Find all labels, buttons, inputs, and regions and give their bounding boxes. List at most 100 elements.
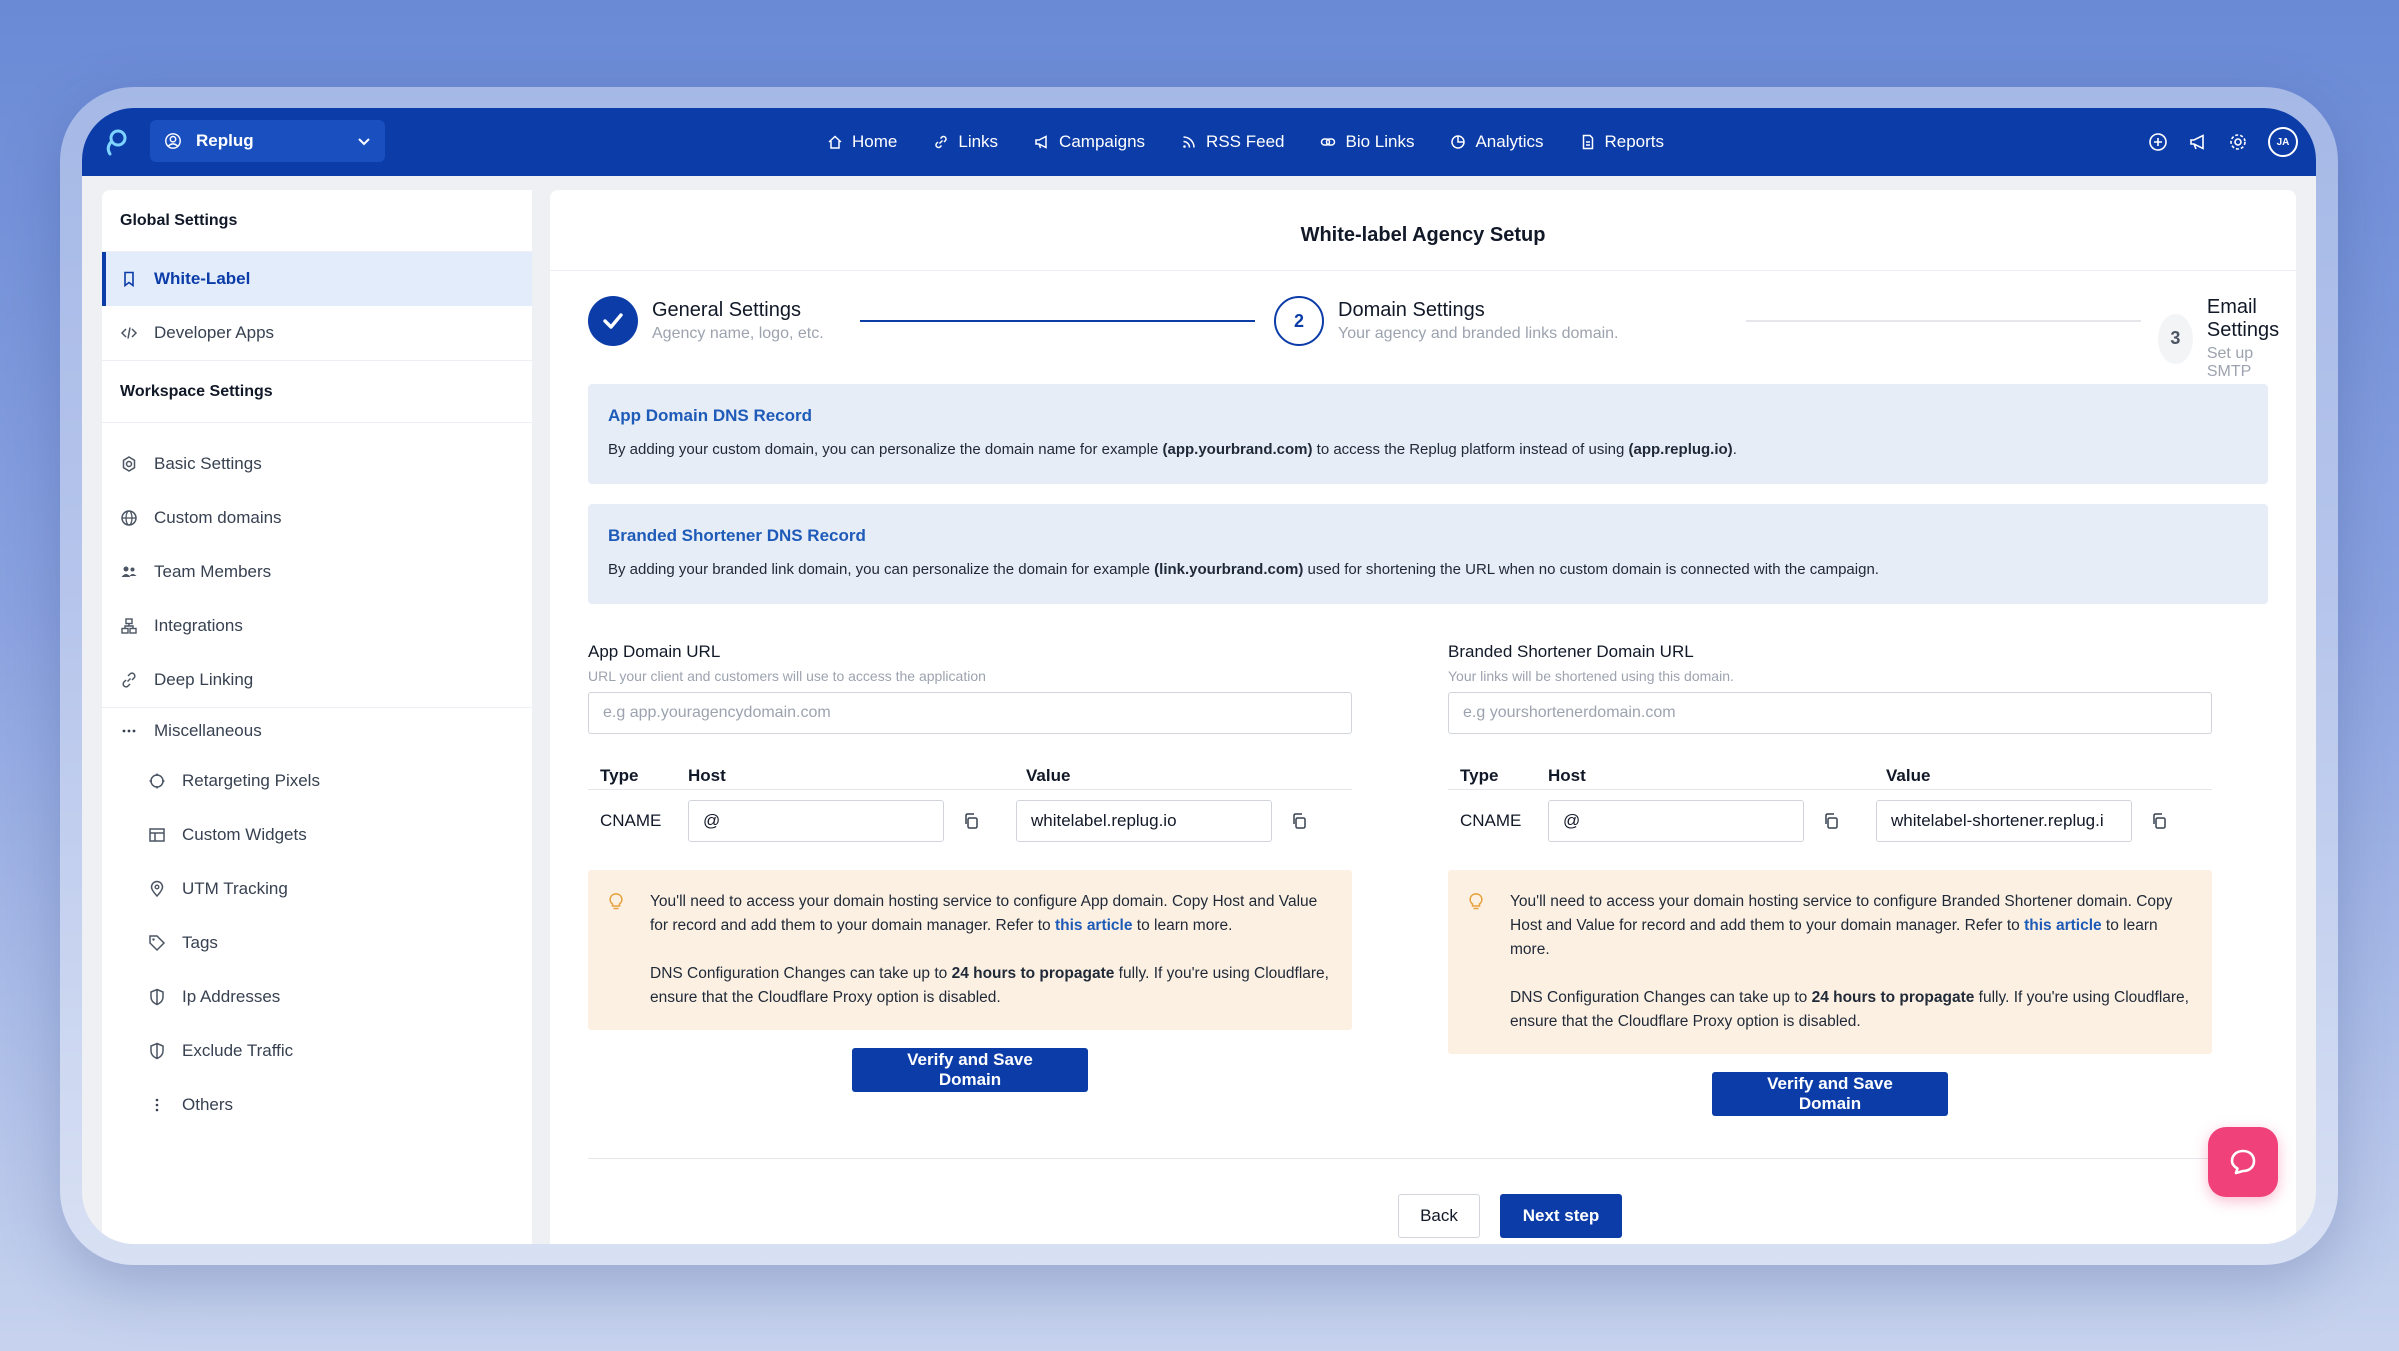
field-label: Branded Shortener Domain URL (1448, 642, 1694, 661)
sidebar-item-label: Basic Settings (154, 454, 262, 473)
gear-icon[interactable] (2228, 132, 2248, 152)
nav-rss-feed[interactable]: RSS Feed (1181, 132, 1284, 152)
report-icon (1582, 134, 1593, 150)
dns-table-header: Type Host Value (588, 762, 1352, 790)
sidebar-item-utm-tracking[interactable]: UTM Tracking (102, 862, 532, 916)
sidebar-item-tags[interactable]: Tags (102, 916, 532, 970)
step-domain-settings[interactable]: 2 Domain Settings Your agency and brande… (1274, 296, 1619, 346)
workspace-selector[interactable]: Replug (150, 120, 385, 162)
value-field[interactable]: whitelabel.replug.io (1016, 800, 1272, 842)
article-link[interactable]: this article (1055, 917, 1133, 934)
dns-warning-box: You'll need to access your domain hostin… (588, 870, 1352, 1030)
top-navbar: Replug Home Links Campaigns RSS Feed Bio… (82, 108, 2316, 176)
copy-icon[interactable] (1290, 812, 1308, 830)
col-host: Host (688, 765, 726, 785)
megaphone-icon (1035, 135, 1047, 149)
code-icon (120, 327, 138, 339)
step-subtitle: Agency name, logo, etc. (652, 325, 824, 342)
info-text: By adding your custom domain, you can pe… (608, 441, 1737, 458)
more-horizontal-icon (122, 729, 136, 733)
link-icon (935, 135, 948, 149)
branded-domain-section: Branded Shortener Domain URL Your links … (1448, 642, 2212, 1116)
user-avatar[interactable]: JA (2268, 127, 2298, 157)
step-general-settings[interactable]: General Settings Agency name, logo, etc. (588, 296, 824, 346)
sidebar-item-label: White-Label (154, 269, 251, 288)
host-field[interactable]: @ (688, 800, 944, 842)
verify-branded-domain-button[interactable]: Verify and Save Domain (1712, 1072, 1948, 1116)
value-field[interactable]: whitelabel-shortener.replug.i (1876, 800, 2132, 842)
sidebar-item-custom-domains[interactable]: Custom domains (102, 491, 532, 545)
app-domain-input[interactable]: e.g app.youragencydomain.com (588, 692, 1352, 734)
nav-home[interactable]: Home (827, 132, 897, 152)
info-title: App Domain DNS Record (608, 406, 813, 425)
sidebar-item-label: Ip Addresses (182, 987, 281, 1006)
col-type: Type (1460, 765, 1499, 785)
nav-campaigns[interactable]: Campaigns (1034, 132, 1145, 152)
workspace-settings-heading: Workspace Settings (102, 361, 532, 423)
step-title: General Settings (652, 299, 801, 321)
copy-icon[interactable] (1822, 812, 1840, 830)
col-type: Type (600, 765, 639, 785)
sidebar-item-integrations[interactable]: Integrations (102, 599, 532, 653)
nav-reports[interactable]: Reports (1580, 132, 1665, 152)
replug-logo-icon[interactable] (100, 126, 132, 158)
add-circle-icon[interactable] (2148, 132, 2168, 152)
step-connector (1746, 320, 2141, 322)
chat-support-button[interactable] (2208, 1127, 2278, 1197)
col-host: Host (1548, 765, 1586, 785)
verify-app-domain-button[interactable]: Verify and Save Domain (852, 1048, 1088, 1092)
step-subtitle: Set up SMTP (2206, 345, 2254, 380)
chat-bubble-icon (2230, 1149, 2256, 1175)
app-dns-info-box: App Domain DNS Record By adding your cus… (588, 384, 2268, 484)
location-pin-icon (150, 880, 164, 898)
chevron-down-icon (358, 138, 370, 146)
divider (550, 270, 2296, 271)
settings-sidebar: Global Settings White-Label Developer Ap… (102, 190, 532, 1244)
nav-label: Campaigns (1059, 132, 1146, 151)
settings-icon (122, 456, 136, 472)
sidebar-item-team-members[interactable]: Team Members (102, 545, 532, 599)
more-vertical-icon (155, 1098, 159, 1112)
sidebar-item-label: Custom domains (154, 508, 282, 527)
col-value: Value (1886, 765, 1931, 785)
copy-icon[interactable] (2150, 812, 2168, 830)
sidebar-item-miscellaneous[interactable]: Miscellaneous (102, 708, 532, 754)
sidebar-item-basic-settings[interactable]: Basic Settings (102, 437, 532, 491)
step-connector (860, 320, 1255, 322)
nav-links[interactable]: Links (933, 132, 998, 152)
sidebar-item-developer-apps[interactable]: Developer Apps (102, 306, 532, 360)
nav-label: Bio Links (1345, 132, 1415, 151)
sidebar-item-white-label[interactable]: White-Label (102, 252, 532, 306)
sidebar-item-custom-widgets[interactable]: Custom Widgets (102, 808, 532, 862)
nav-bio-links[interactable]: Bio Links (1320, 132, 1414, 152)
field-label: App Domain URL (588, 642, 721, 661)
divider (588, 1158, 2268, 1159)
page-title: White-label Agency Setup (1300, 224, 1546, 246)
sidebar-item-retargeting-pixels[interactable]: Retargeting Pixels (102, 754, 532, 808)
link-icon (122, 672, 136, 688)
nav-analytics[interactable]: Analytics (1450, 132, 1544, 152)
copy-icon[interactable] (962, 812, 980, 830)
article-link[interactable]: this article (2024, 917, 2102, 934)
sidebar-item-label: Developer Apps (154, 323, 275, 342)
branded-domain-input[interactable]: e.g yourshortenerdomain.com (1448, 692, 2212, 734)
step-title: Domain Settings (1338, 299, 1485, 321)
step-done-indicator (588, 296, 638, 346)
avatar-initials: JA (2276, 136, 2290, 148)
sidebar-item-label: Custom Widgets (182, 825, 307, 844)
nav-label: Reports (1604, 132, 1665, 151)
sidebar-item-ip-addresses[interactable]: Ip Addresses (102, 970, 532, 1024)
sidebar-item-label: UTM Tracking (182, 879, 288, 898)
sidebar-item-others[interactable]: Others (102, 1078, 532, 1132)
step-number: 2 (1274, 296, 1324, 346)
announcement-icon[interactable] (2188, 132, 2208, 152)
step-email-settings[interactable]: 3 Email Settings Set up SMTP (2158, 296, 2296, 381)
record-type: CNAME (600, 811, 662, 830)
sidebar-item-label: Exclude Traffic (182, 1041, 294, 1060)
back-button[interactable]: Back (1398, 1194, 1480, 1238)
sidebar-item-deep-linking[interactable]: Deep Linking (102, 653, 532, 707)
host-field[interactable]: @ (1548, 800, 1804, 842)
sidebar-item-label: Deep Linking (154, 670, 254, 689)
sidebar-item-exclude-traffic[interactable]: Exclude Traffic (102, 1024, 532, 1078)
next-step-button[interactable]: Next step (1500, 1194, 1622, 1238)
